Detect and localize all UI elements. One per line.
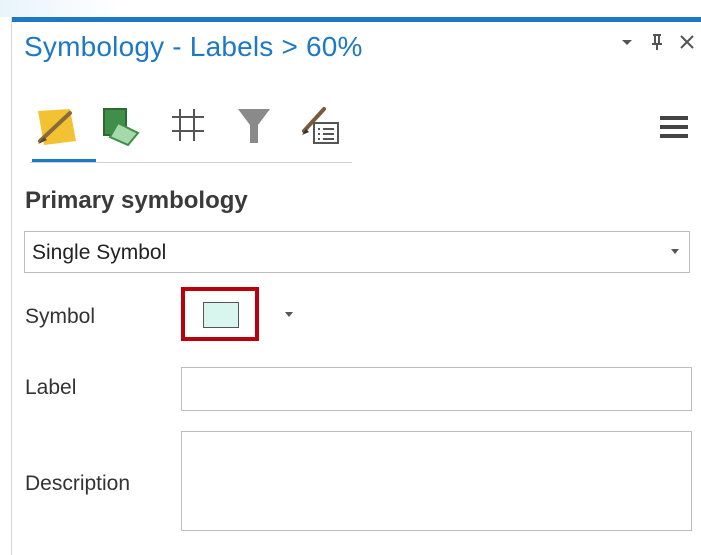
close-icon[interactable] (678, 31, 696, 53)
filter-icon[interactable] (228, 101, 280, 149)
chevron-down-icon (671, 249, 679, 254)
symbol-swatch-button[interactable] (203, 302, 239, 328)
tab-strip-divider (30, 162, 352, 163)
label-input[interactable] (181, 367, 692, 411)
page: Symbology - Labels > 60% Primary symbolo… (0, 0, 701, 555)
active-tab-indicator (32, 159, 96, 162)
pane-title: Symbology - Labels > 60% (24, 31, 363, 62)
label-placement-icon[interactable] (162, 101, 214, 149)
pane-accent-bar (12, 17, 701, 22)
symbology-type-value: Single Symbol (32, 241, 167, 264)
description-input[interactable] (181, 431, 692, 531)
chevron-down-icon[interactable] (618, 31, 636, 53)
pane-title-controls (618, 31, 696, 53)
symbology-tabs (30, 101, 346, 149)
symbology-type-select[interactable]: Single Symbol (24, 231, 690, 273)
primary-symbology-icon[interactable] (30, 101, 82, 149)
symbology-pane: Symbology - Labels > 60% Primary symbolo… (11, 17, 701, 555)
symbol-label: Symbol (25, 305, 96, 328)
top-strip (0, 0, 701, 17)
vary-symbology-icon[interactable] (96, 101, 148, 149)
primary-symbology-heading: Primary symbology (25, 187, 248, 214)
label-field-label: Label (25, 376, 77, 399)
description-field-label: Description (25, 472, 131, 495)
pin-icon[interactable] (648, 31, 666, 53)
hamburger-menu-icon[interactable] (660, 115, 688, 139)
symbol-properties-icon[interactable] (294, 101, 346, 149)
symbol-dropdown-chevron-icon[interactable] (285, 312, 293, 317)
symbol-highlight (181, 287, 259, 341)
